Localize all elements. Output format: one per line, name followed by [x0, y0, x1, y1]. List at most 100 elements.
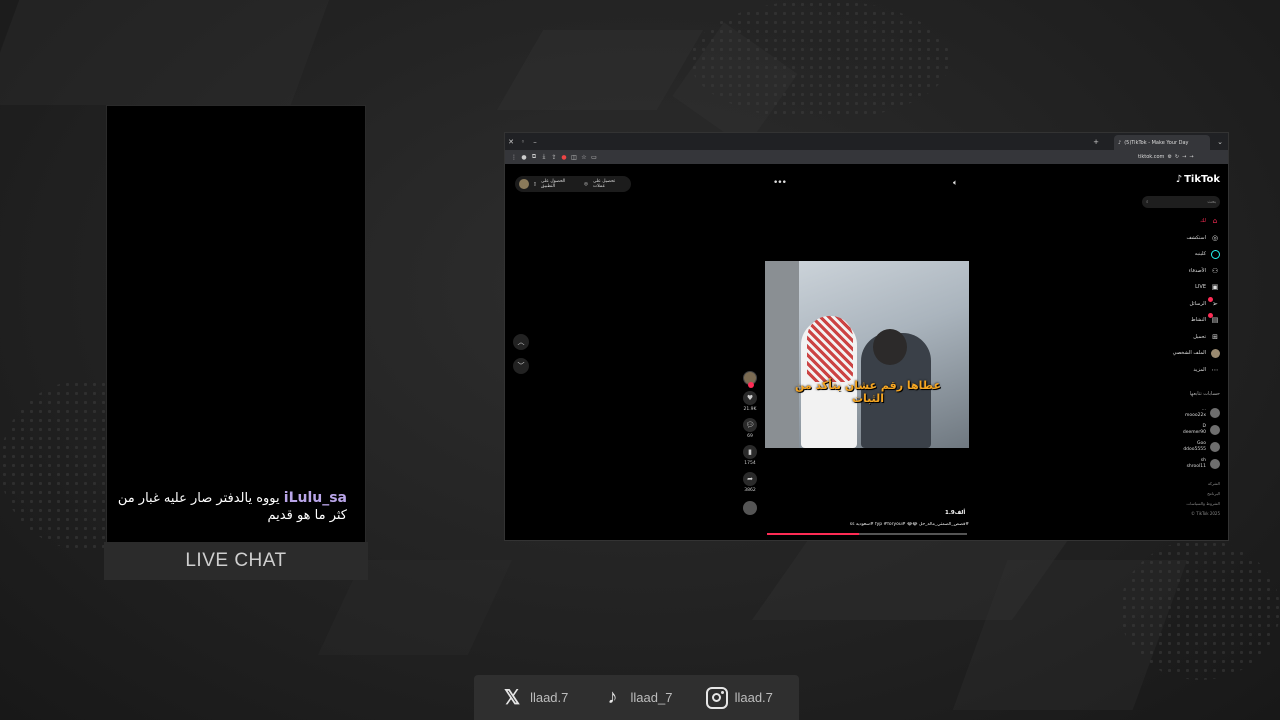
- profile-icon[interactable]: ●: [519, 152, 529, 162]
- following-item[interactable]: ... mooo22x: [1140, 404, 1220, 421]
- get-coins-button[interactable]: تحصيل على عملات: [593, 179, 627, 189]
- search-icon[interactable]: ⌕: [1146, 199, 1149, 205]
- share-icon[interactable]: ⇪: [549, 152, 559, 162]
- following-title: حسابات تتابعها: [1189, 391, 1220, 397]
- comment-icon[interactable]: 💬︎: [743, 418, 757, 432]
- browser-window: ✕ ◦ – ♪ (5)TikTok - Make Your Day + ⌄ ⋮ …: [504, 132, 1229, 541]
- compass-icon: ◎: [1211, 233, 1219, 242]
- following-username: deemer90: [1182, 429, 1206, 435]
- next-video-button[interactable]: ﹀: [513, 358, 529, 374]
- live-chat-label: LIVE CHAT: [104, 542, 368, 580]
- forward-icon[interactable]: →: [1182, 154, 1186, 160]
- save-count: 1754: [744, 461, 756, 466]
- following-username: shrool11: [1186, 463, 1206, 469]
- tab-list-icon[interactable]: ⌄: [1214, 136, 1226, 148]
- search-input[interactable]: بحث ⌕: [1142, 196, 1220, 208]
- video-player[interactable]: عطاها رقم عشان يتأكد من الثبات: [765, 261, 969, 448]
- view-count: 1.9ألف: [945, 510, 966, 516]
- video-caption: #قصص_الصمتي_ماله_حل 😂😂 #fyp #foryou #سعو…: [829, 522, 969, 527]
- sidebar-item-2[interactable]: كلينبه: [1140, 246, 1220, 263]
- footer-link[interactable]: الشركة: [1140, 479, 1220, 489]
- coins-icon: ◎: [584, 181, 588, 187]
- music-disc-icon[interactable]: [743, 501, 757, 515]
- url-text: tiktok.com: [1138, 154, 1165, 160]
- browser-toolbar: ⋮ ● ⧉ ⤓ ⇪ ● ◫ ☆ ▭ tiktok.com ⚙ ↻ → →: [505, 150, 1228, 164]
- live-chat-panel: iLulu_sa يووه يالدفتر صار عليه غبار من ك…: [106, 105, 366, 580]
- address-bar[interactable]: tiktok.com ⚙ ↻ → →: [1138, 152, 1218, 162]
- caption-text: #قصص_الصمتي_ماله_حل 😂😂 #fyp #foryou #سعو…: [855, 522, 969, 527]
- translate-icon[interactable]: ◫: [569, 152, 579, 162]
- volume-icon[interactable]: 🔈︎: [953, 178, 958, 188]
- following-item[interactable]: Ddeemer90: [1140, 421, 1220, 438]
- following-item[interactable]: sh shrool11: [1140, 455, 1220, 472]
- like-count: 21.9K: [743, 407, 757, 412]
- footer-link[interactable]: TikTok 2025 ©: [1140, 509, 1220, 519]
- video-progress-bar[interactable]: [767, 533, 967, 535]
- sidebar-icon[interactable]: ▭: [589, 152, 599, 162]
- sidebar-item-label: لك: [1200, 218, 1206, 225]
- tiktok-page: ▯ الحصول على التطبيق ◎ تحصيل على عملات •…: [505, 164, 1228, 540]
- get-app-button[interactable]: الحصول على التطبيق: [541, 179, 579, 189]
- video-overlay-text: عطاها رقم عشان يتأكد من الثبات: [794, 379, 942, 405]
- share-arrow-icon[interactable]: ➦: [743, 472, 757, 486]
- sidebar-item-7[interactable]: ⊞ تحميل: [1140, 329, 1220, 346]
- following-avatar: [1210, 458, 1220, 469]
- like-icon[interactable]: ♥: [743, 391, 757, 405]
- back-icon[interactable]: →: [1189, 154, 1193, 160]
- sidebar-item-label: الملف الشخصي: [1172, 350, 1206, 357]
- upload-icon: ⊞: [1212, 332, 1218, 341]
- video-actions: ♥ 21.9K 💬︎ 69 ▮ 1754 ➦ 3862: [739, 371, 761, 515]
- site-settings-icon[interactable]: ⚙: [1167, 154, 1171, 160]
- sidebar-item-label: LIVE: [1195, 284, 1206, 291]
- previous-video-button[interactable]: ︿: [513, 334, 529, 350]
- friends-icon: ⚇: [1211, 266, 1219, 275]
- sidebar-item-4[interactable]: ▣ LIVE: [1140, 279, 1220, 296]
- instagram-handle: llaad.7: [734, 690, 773, 705]
- window-menu-icon[interactable]: ◦: [517, 136, 529, 148]
- more-options-icon[interactable]: •••: [773, 178, 787, 188]
- minimize-icon[interactable]: –: [529, 136, 541, 148]
- sidebar-item-label: الرسائل: [1189, 300, 1206, 307]
- close-window-icon[interactable]: ✕: [505, 136, 517, 148]
- instagram-logo-icon: [705, 686, 729, 710]
- menu-icon[interactable]: ⋮: [509, 152, 519, 162]
- user-avatar[interactable]: [519, 179, 529, 189]
- sidebar-footer: الشركة البرنامج الشروط والسياسات TikTok 202…: [1140, 479, 1220, 519]
- tiktok-logo[interactable]: ♪ TikTok: [1176, 174, 1220, 185]
- bookmark-icon[interactable]: ▮: [743, 445, 757, 459]
- sidebar-item-label: المزيد: [1193, 366, 1206, 373]
- sidebar-item-label: تحميل: [1193, 333, 1206, 340]
- sidebar-item-3[interactable]: ⚇ الأصدقاء: [1140, 263, 1220, 280]
- sidebar-nav: ⌂ لك ◎ استكشف كلينبه ⚇ الأصدقاء ▣ LIVE ➢ الرسائل ▤ ا…: [1140, 213, 1220, 378]
- top-actions[interactable]: ▯ الحصول على التطبيق ◎ تحصيل على عملات: [515, 176, 631, 192]
- home-icon: ⌂: [1212, 217, 1218, 226]
- following-item[interactable]: Goo ddoo5555: [1140, 438, 1220, 455]
- sidebar-item-6[interactable]: ▤ النشاط: [1140, 312, 1220, 329]
- sidebar-item-0[interactable]: ⌂ لك: [1140, 213, 1220, 230]
- browser-tabbar: ✕ ◦ – ♪ (5)TikTok - Make Your Day + ⌄: [505, 133, 1228, 150]
- creator-avatar[interactable]: [743, 371, 757, 388]
- tiktok-favicon-icon: ♪: [1118, 139, 1122, 146]
- footer-link[interactable]: البرنامج: [1140, 489, 1220, 499]
- socials-bar: 𝕏 llaad.7 ♪ llaad_7 llaad.7: [474, 675, 799, 720]
- following-names: Goo ddoo5555: [1183, 441, 1206, 452]
- phone-icon: ▯: [533, 181, 536, 187]
- reload-icon[interactable]: ↻: [1175, 154, 1179, 160]
- sidebar-item-9[interactable]: ⋯ المزيد: [1140, 362, 1220, 379]
- new-tab-icon[interactable]: +: [1090, 136, 1102, 148]
- following-avatar: [1210, 441, 1220, 452]
- following-username: mooo22x: [1184, 412, 1206, 418]
- sidebar-item-label: استكشف: [1186, 234, 1207, 241]
- sidebar-item-8[interactable]: الملف الشخصي: [1140, 345, 1220, 362]
- social-instagram: llaad.7: [705, 686, 773, 710]
- browser-tab[interactable]: ♪ (5)TikTok - Make Your Day: [1114, 135, 1210, 150]
- sidebar-item-1[interactable]: ◎ استكشف: [1140, 230, 1220, 247]
- download-icon[interactable]: ⤓: [539, 152, 549, 162]
- sidebar-item-5[interactable]: ➢ الرسائل: [1140, 296, 1220, 313]
- x-logo-icon: 𝕏: [504, 687, 521, 709]
- record-icon[interactable]: ●: [559, 152, 569, 162]
- bookmark-star-icon[interactable]: ☆: [579, 152, 589, 162]
- extension-icon[interactable]: ⧉: [529, 152, 539, 162]
- footer-link[interactable]: الشروط والسياسات: [1140, 499, 1220, 509]
- following-names: ... mooo22x: [1185, 407, 1206, 418]
